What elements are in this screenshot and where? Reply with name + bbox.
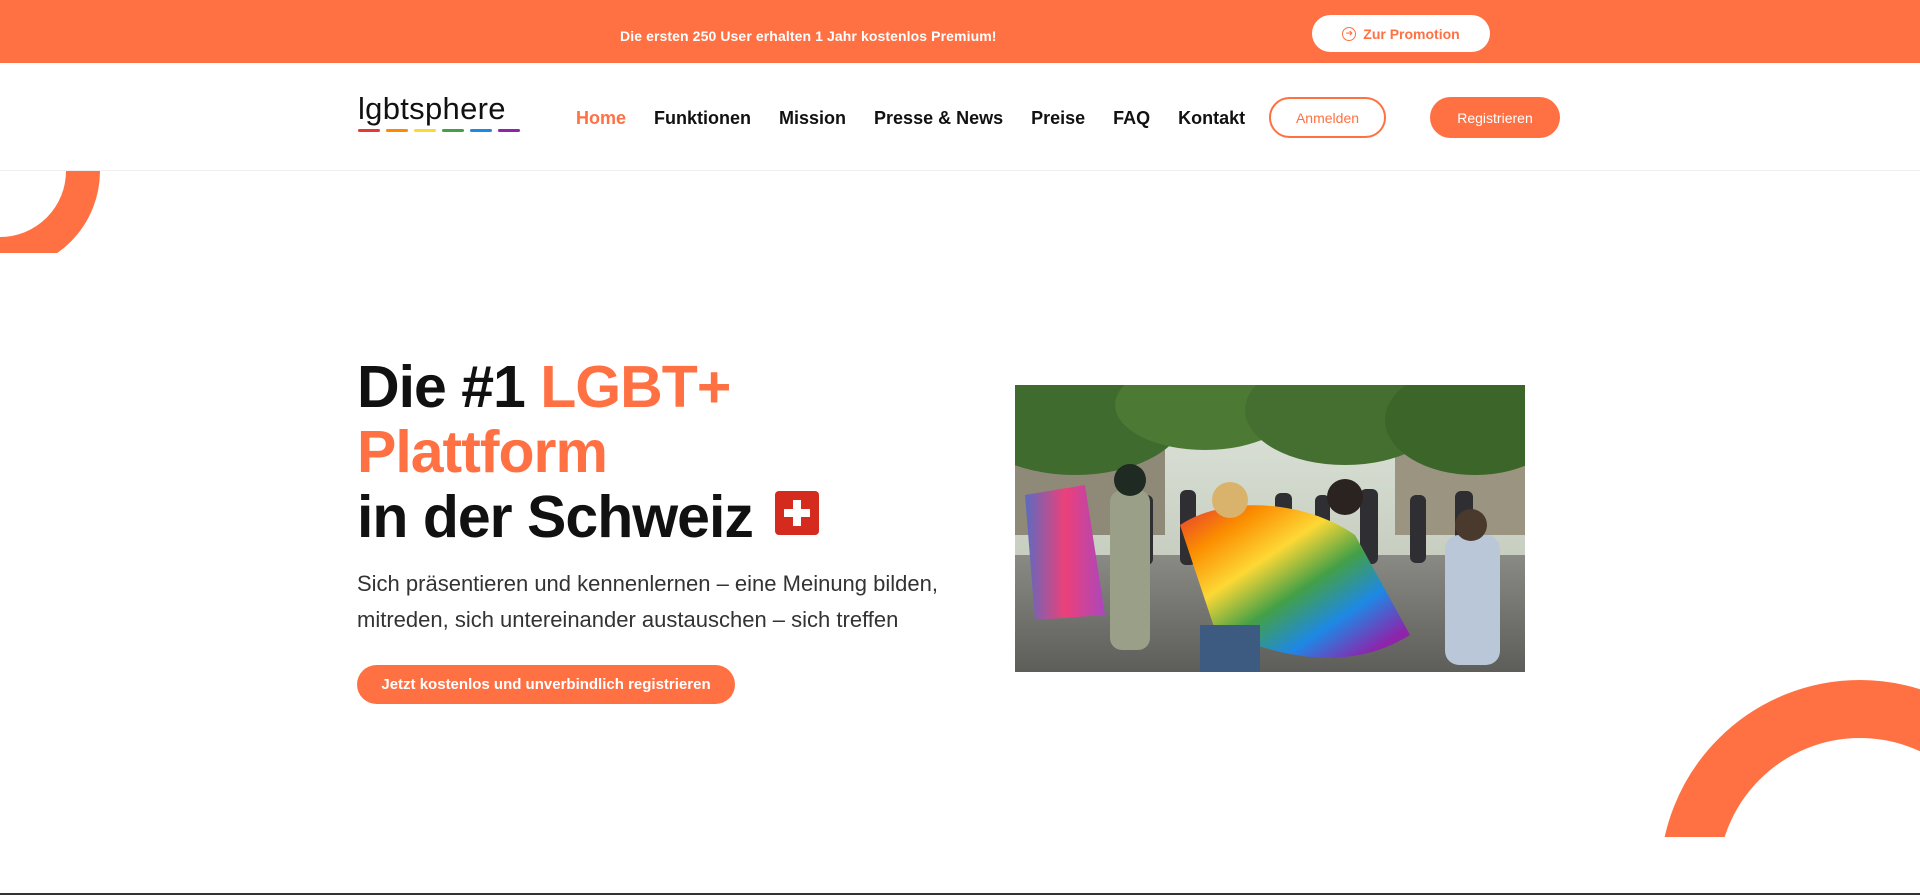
logo-bar-1 [386, 129, 408, 132]
logo-text: lgbtsphere [358, 91, 506, 126]
logo-bar-0 [358, 129, 380, 132]
promotion-button-label: Zur Promotion [1363, 25, 1460, 42]
decorative-arc-top-left [0, 171, 100, 253]
register-button[interactable]: Registrieren [1430, 97, 1560, 138]
site-header: lgbtsphere Home Funktionen Mission Press… [0, 63, 1920, 171]
logo-bar-3 [442, 129, 464, 132]
nav-item-kontakt[interactable]: Kontakt [1178, 108, 1245, 129]
hero-title-part1: Die #1 [357, 354, 541, 420]
logo-bar-5 [498, 129, 520, 132]
nav-item-home[interactable]: Home [576, 108, 626, 129]
logo-rainbow-bars [358, 129, 520, 132]
promotion-button[interactable]: ➜ Zur Promotion [1312, 15, 1490, 52]
hero-title-accent-1: LGBT+ [540, 354, 731, 420]
decorative-arc-bottom-right [1660, 680, 1920, 837]
promo-bar: Die ersten 250 User erhalten 1 Jahr kost… [0, 0, 1920, 63]
hero-subtitle: Sich präsentieren und kennenlernen – ein… [357, 566, 997, 638]
login-button[interactable]: Anmelden [1269, 97, 1386, 138]
nav-item-preise[interactable]: Preise [1031, 108, 1085, 129]
main-nav: Home Funktionen Mission Presse & News Pr… [576, 108, 1273, 129]
nav-item-presse-news[interactable]: Presse & News [874, 108, 1003, 129]
logo-bar-2 [414, 129, 436, 132]
hero-register-cta-button[interactable]: Jetzt kostenlos und unverbindlich regist… [357, 665, 735, 704]
nav-item-funktionen[interactable]: Funktionen [654, 108, 751, 129]
hero-subtitle-line1: Sich präsentieren und kennenlernen – ein… [357, 571, 938, 596]
hero-title-accent-2: Plattform [357, 419, 608, 485]
hero-title: Die #1 LGBT+ Plattform in der Schweiz [357, 355, 819, 550]
nav-item-mission[interactable]: Mission [779, 108, 846, 129]
logo-bar-4 [470, 129, 492, 132]
hero-subtitle-line2: mitreden, sich untereinander austauschen… [357, 607, 899, 632]
nav-item-faq[interactable]: FAQ [1113, 108, 1150, 129]
hero-title-part3: in der Schweiz [357, 484, 754, 550]
promo-text: Die ersten 250 User erhalten 1 Jahr kost… [620, 28, 997, 44]
swiss-flag-icon [774, 491, 819, 536]
logo[interactable]: lgbtsphere [358, 93, 520, 132]
page: Die ersten 250 User erhalten 1 Jahr kost… [0, 0, 1920, 895]
arrow-circle-right-icon: ➜ [1342, 26, 1357, 41]
pride-parade-photo [1015, 385, 1525, 672]
